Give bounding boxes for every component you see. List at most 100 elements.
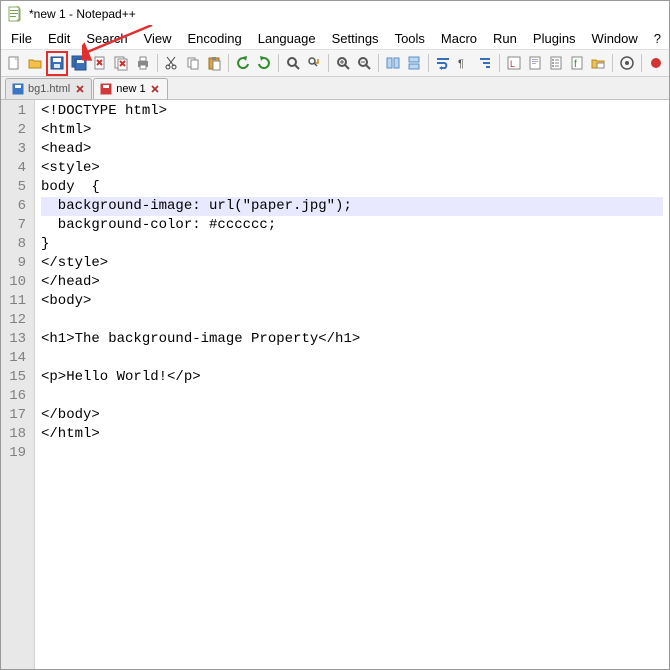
save-all-button[interactable]	[69, 52, 89, 75]
toolbar-separator	[428, 54, 429, 72]
code-line[interactable]	[41, 387, 663, 406]
code-line[interactable]: </style>	[41, 254, 663, 273]
replace-button[interactable]	[304, 52, 324, 75]
monitoring-button[interactable]	[617, 52, 637, 75]
open-file-icon	[27, 55, 43, 71]
line-number: 7	[7, 216, 26, 235]
tab-close-icon[interactable]	[150, 84, 161, 95]
menu-file[interactable]: File	[3, 29, 40, 48]
code-line[interactable]: <style>	[41, 159, 663, 178]
copy-icon	[185, 55, 201, 71]
editor[interactable]: 12345678910111213141516171819 <!DOCTYPE …	[1, 100, 669, 669]
show-all-chars-icon: ¶	[456, 55, 472, 71]
code-line[interactable]: body {	[41, 178, 663, 197]
code-line[interactable]: background-color: #cccccc;	[41, 216, 663, 235]
menu-tools[interactable]: Tools	[387, 29, 433, 48]
code-line[interactable]: <body>	[41, 292, 663, 311]
tab-label: new 1	[116, 83, 145, 95]
doc-list-icon	[548, 55, 564, 71]
menu-search[interactable]: Search	[78, 29, 135, 48]
code-line[interactable]	[41, 349, 663, 368]
paste-button[interactable]	[204, 52, 224, 75]
tab-new-1[interactable]: new 1	[93, 78, 167, 99]
redo-button[interactable]	[254, 52, 274, 75]
udl-button[interactable]: L	[504, 52, 524, 75]
line-number: 10	[7, 273, 26, 292]
code-line[interactable]: <!DOCTYPE html>	[41, 102, 663, 121]
menu-window[interactable]: Window	[584, 29, 646, 48]
code-line[interactable]: background-image: url("paper.jpg");	[41, 197, 663, 216]
code-line[interactable]: <p>Hello World!</p>	[41, 368, 663, 387]
line-number: 18	[7, 425, 26, 444]
print-button[interactable]	[132, 52, 152, 75]
zoom-in-icon	[335, 55, 351, 71]
menu-view[interactable]: View	[136, 29, 180, 48]
undo-icon	[235, 55, 251, 71]
code-line[interactable]: </html>	[41, 425, 663, 444]
record-macro-button[interactable]	[646, 52, 666, 75]
tabbar: bg1.html new 1	[1, 77, 669, 100]
unsaved-file-icon	[100, 83, 112, 95]
sync-h-icon	[406, 55, 422, 71]
doc-map-button[interactable]	[525, 52, 545, 75]
menubar: FileEditSearchViewEncodingLanguageSettin…	[1, 27, 669, 49]
redo-icon	[256, 55, 272, 71]
doc-list-button[interactable]	[546, 52, 566, 75]
tab-close-icon[interactable]	[74, 84, 85, 95]
menu-encoding[interactable]: Encoding	[180, 29, 250, 48]
code-line[interactable]: <h1>The background-image Property</h1>	[41, 330, 663, 349]
open-file-button[interactable]	[25, 52, 45, 75]
new-file-button[interactable]	[4, 52, 24, 75]
zoom-in-button[interactable]	[333, 52, 353, 75]
app-icon	[7, 6, 23, 22]
code-line[interactable]: }	[41, 235, 663, 254]
code-line[interactable]: <head>	[41, 140, 663, 159]
menu-plugins[interactable]: Plugins	[525, 29, 584, 48]
line-number-gutter: 12345678910111213141516171819	[1, 100, 35, 669]
wordwrap-icon	[435, 55, 451, 71]
code-line[interactable]: </body>	[41, 406, 663, 425]
show-all-chars-button[interactable]: ¶	[454, 52, 474, 75]
undo-button[interactable]	[233, 52, 253, 75]
close-file-icon	[92, 55, 108, 71]
menu-settings[interactable]: Settings	[324, 29, 387, 48]
save-button[interactable]	[46, 51, 68, 76]
close-all-button[interactable]	[111, 52, 131, 75]
tab-bg1-html[interactable]: bg1.html	[5, 78, 92, 99]
indent-guide-button[interactable]	[475, 52, 495, 75]
print-icon	[135, 55, 151, 71]
line-number: 16	[7, 387, 26, 406]
func-list-icon: f	[569, 55, 585, 71]
find-button[interactable]	[283, 52, 303, 75]
window-title: *new 1 - Notepad++	[29, 7, 136, 21]
monitoring-icon	[619, 55, 635, 71]
menu-edit[interactable]: Edit	[40, 29, 78, 48]
sync-v-button[interactable]	[383, 52, 403, 75]
copy-button[interactable]	[182, 52, 202, 75]
menu-run[interactable]: Run	[485, 29, 525, 48]
close-file-button[interactable]	[90, 52, 110, 75]
code-line[interactable]	[41, 311, 663, 330]
menu-language[interactable]: Language	[250, 29, 324, 48]
doc-map-icon	[527, 55, 543, 71]
menu-q[interactable]: ?	[646, 29, 669, 48]
code-line[interactable]: </head>	[41, 273, 663, 292]
func-list-button[interactable]: f	[567, 52, 587, 75]
toolbar-separator	[278, 54, 279, 72]
toolbar-separator	[228, 54, 229, 72]
line-number: 6	[7, 197, 26, 216]
cut-button[interactable]	[161, 52, 181, 75]
sync-h-button[interactable]	[404, 52, 424, 75]
code-line[interactable]	[41, 444, 663, 463]
folder-workspace-button[interactable]	[588, 52, 608, 75]
zoom-out-button[interactable]	[354, 52, 374, 75]
folder-workspace-icon	[590, 55, 606, 71]
code-line[interactable]: <html>	[41, 121, 663, 140]
code-area[interactable]: <!DOCTYPE html><html><head><style>body {…	[35, 100, 669, 669]
line-number: 14	[7, 349, 26, 368]
wordwrap-button[interactable]	[433, 52, 453, 75]
find-icon	[285, 55, 301, 71]
menu-macro[interactable]: Macro	[433, 29, 485, 48]
sync-v-icon	[385, 55, 401, 71]
save-all-icon	[71, 55, 87, 71]
